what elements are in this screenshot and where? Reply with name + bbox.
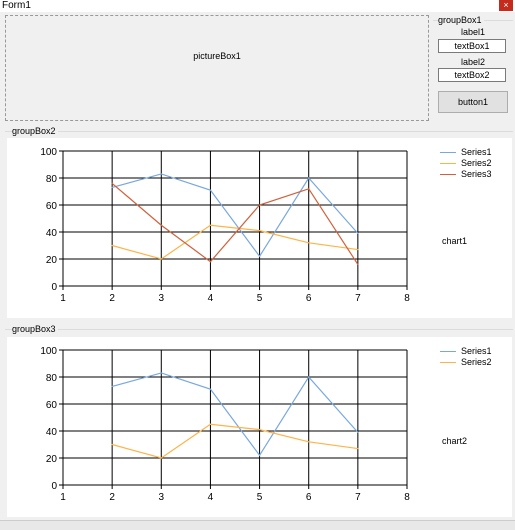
x-tick-label: 7 [355, 492, 361, 503]
title-bar: Form1 × [0, 0, 515, 12]
data-point [111, 186, 113, 189]
y-tick-label: 40 [46, 228, 58, 239]
groupbox2-border [5, 131, 513, 132]
x-tick-label: 2 [109, 293, 115, 304]
series-line-2 [111, 423, 358, 459]
legend-label: Series1 [461, 346, 492, 356]
legend-label: Series1 [461, 147, 492, 157]
legend-label: Series3 [461, 169, 492, 179]
data-point [357, 232, 359, 234]
picture-box[interactable]: pictureBox1 [5, 15, 429, 121]
data-point [308, 376, 310, 378]
x-tick-label: 1 [60, 492, 66, 503]
data-point [357, 263, 359, 265]
data-point [160, 372, 162, 374]
data-point [209, 224, 212, 226]
data-point [209, 423, 212, 425]
y-tick-label: 100 [40, 346, 57, 357]
y-tick-label: 100 [40, 147, 57, 158]
x-tick-label: 8 [404, 293, 410, 304]
textbox2[interactable]: textBox2 [438, 68, 506, 82]
x-tick-label: 6 [306, 492, 312, 503]
data-point [111, 244, 113, 247]
y-tick-label: 40 [46, 427, 58, 438]
series-line-2 [111, 224, 358, 260]
data-point [258, 255, 261, 257]
x-tick-label: 5 [257, 293, 263, 304]
button1[interactable]: button1 [438, 91, 508, 113]
data-point [160, 258, 162, 260]
chart2-plot: 1 2 3 4 5 6 7 8020406080100 [40, 346, 410, 503]
data-point [111, 443, 113, 446]
groupbox1: groupBox1 label1 textBox1 label2 textBox… [433, 14, 513, 119]
chart1-label: chart1 [442, 236, 468, 246]
data-point [111, 385, 113, 388]
data-point [258, 454, 261, 456]
data-point [160, 173, 162, 175]
y-tick-label: 60 [46, 400, 58, 411]
x-tick-label: 4 [208, 293, 214, 304]
x-tick-label: 3 [159, 293, 165, 304]
chart1-area: 1 2 3 4 5 6 7 8 0 20 40 60 80 100 Series1 Series2 Serie… [7, 138, 512, 318]
x-tick-label: 2 [109, 492, 115, 503]
data-point [357, 248, 359, 251]
groupbox2-title: groupBox2 [12, 126, 58, 136]
data-point [160, 224, 162, 226]
x-tick-label: 5 [257, 492, 263, 503]
window-title: Form1 [2, 0, 31, 11]
chart1-plot: 1 2 3 4 5 6 7 8020406080100 [40, 147, 410, 304]
chart2-label: chart2 [442, 436, 468, 446]
data-point [209, 189, 212, 191]
data-point [209, 261, 212, 263]
legend-label: Series2 [461, 158, 492, 168]
data-point [258, 230, 261, 232]
data-point [111, 182, 113, 184]
y-tick-label: 80 [46, 174, 58, 185]
x-tick-label: 8 [404, 492, 410, 503]
label2: label2 [460, 57, 486, 67]
close-button[interactable]: × [499, 0, 513, 11]
legend-swatch [440, 152, 456, 153]
legend-swatch [440, 163, 456, 164]
legend-swatch [440, 362, 456, 363]
chart2-area: 1 2 3 4 5 6 7 8 0 20 40 60 80 100 Series1 Series2 char… [7, 337, 512, 517]
x-tick-label: 6 [306, 293, 312, 304]
label1: label1 [460, 27, 486, 37]
data-point [308, 188, 310, 190]
groupbox3-border [5, 329, 513, 330]
legend-swatch [440, 174, 456, 175]
data-point [258, 429, 261, 431]
x-tick-label: 4 [208, 492, 214, 503]
legend-label: Series2 [461, 357, 492, 367]
groupbox1-title: groupBox1 [438, 15, 484, 25]
x-tick-label: 3 [159, 492, 165, 503]
y-tick-label: 80 [46, 373, 58, 384]
y-tick-label: 0 [51, 282, 57, 293]
y-tick-label: 0 [51, 481, 57, 492]
y-tick-label: 60 [46, 201, 58, 212]
data-point [160, 457, 162, 459]
groupbox3-title: groupBox3 [12, 324, 58, 334]
data-point [357, 431, 359, 433]
data-point [209, 388, 212, 390]
data-point [308, 242, 310, 244]
data-point [357, 447, 359, 450]
picture-box-label: pictureBox1 [193, 51, 241, 61]
y-tick-label: 20 [46, 454, 58, 465]
textbox1[interactable]: textBox1 [438, 39, 506, 53]
data-point [258, 204, 261, 206]
x-tick-label: 1 [60, 293, 66, 304]
data-point [308, 441, 310, 443]
x-tick-label: 7 [355, 293, 361, 304]
legend-swatch [440, 351, 456, 352]
data-point [308, 177, 310, 179]
y-tick-label: 20 [46, 255, 58, 266]
